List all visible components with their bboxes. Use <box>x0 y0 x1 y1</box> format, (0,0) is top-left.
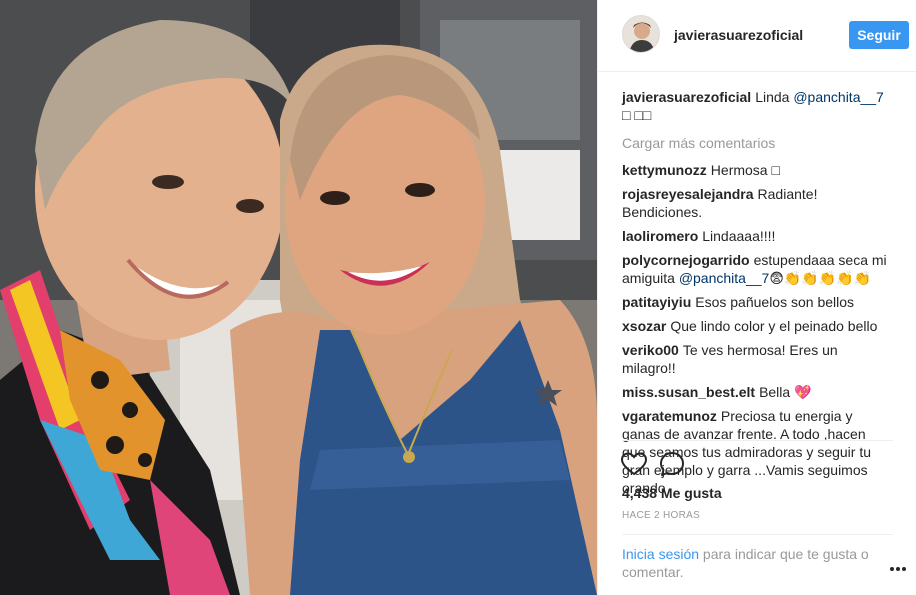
comment-text: Esos pañuelos son bellos <box>695 294 855 310</box>
caption-username[interactable]: javierasuarezoficial <box>622 89 751 105</box>
comment-username[interactable]: xsozar <box>622 318 666 334</box>
comment-text: Que lindo color y el peinado bello <box>670 318 878 334</box>
list-item: kettymunozz Hermosa □ <box>622 161 892 179</box>
avatar-image <box>623 16 659 52</box>
avatar[interactable] <box>622 15 660 53</box>
login-link[interactable]: Inicia sesión <box>622 546 699 562</box>
likes-count[interactable]: 4,438 Me gusta <box>622 485 722 501</box>
divider <box>622 440 893 441</box>
post-header: javierasuarezoficial Seguir <box>598 0 916 72</box>
load-more-comments-link[interactable]: Cargar más comentarios <box>622 134 892 152</box>
comment-emoji: 😨👏👏👏👏👏 <box>769 270 872 286</box>
username-link[interactable]: javierasuarezoficial <box>674 27 803 43</box>
comment-username[interactable]: miss.susan_best.elt <box>622 384 755 400</box>
post-timestamp[interactable]: HACE 2 HORAS <box>622 510 700 521</box>
comment-username[interactable]: veriko00 <box>622 342 679 358</box>
more-options-icon[interactable] <box>888 562 908 576</box>
comment-username[interactable]: patitayiyiu <box>622 294 691 310</box>
post-photo[interactable] <box>0 0 597 595</box>
caption-emoji: □ □□ <box>622 107 652 123</box>
comment-text: Hermosa □ <box>710 162 780 178</box>
login-prompt: Inicia sesión para indicar que te gusta … <box>622 545 882 581</box>
list-item: veriko00 Te ves hermosa! Eres un milagro!… <box>622 341 892 377</box>
comment-text: Lindaaaa!!!! <box>702 228 776 244</box>
list-item: laoliromero Lindaaaa!!!! <box>622 227 892 245</box>
comment-bubble-icon[interactable] <box>658 450 686 478</box>
comment-username[interactable]: rojasreyesalejandra <box>622 186 754 202</box>
comment-text: Bella 💖 <box>759 384 812 400</box>
caption: javierasuarezoficial Linda @panchita__7 □… <box>622 88 892 124</box>
list-item: xsozar Que lindo color y el peinado bello <box>622 317 892 335</box>
comment-username[interactable]: kettymunozz <box>622 162 707 178</box>
post-sidebar: javierasuarezoficial Seguir javierasuare… <box>597 0 916 595</box>
follow-button[interactable]: Seguir <box>849 21 909 49</box>
comment-username[interactable]: laoliromero <box>622 228 698 244</box>
list-item: patitayiyiu Esos pañuelos son bellos <box>622 293 892 311</box>
selfie-illustration <box>0 0 597 595</box>
comment-mention[interactable]: @panchita__7 <box>679 270 770 286</box>
comment-username[interactable]: vgaratemunoz <box>622 408 717 424</box>
caption-text: Linda <box>755 89 790 105</box>
comment-username[interactable]: polycornejogarrido <box>622 252 750 268</box>
heart-icon[interactable] <box>620 450 648 478</box>
divider <box>622 534 893 535</box>
list-item: rojasreyesalejandra Radiante! Bendiciones… <box>622 185 892 221</box>
list-item: polycornejogarrido estupendaaa seca mi am… <box>622 251 892 287</box>
caption-mention[interactable]: @panchita__7 <box>793 89 884 105</box>
list-item: miss.susan_best.elt Bella 💖 <box>622 383 892 401</box>
